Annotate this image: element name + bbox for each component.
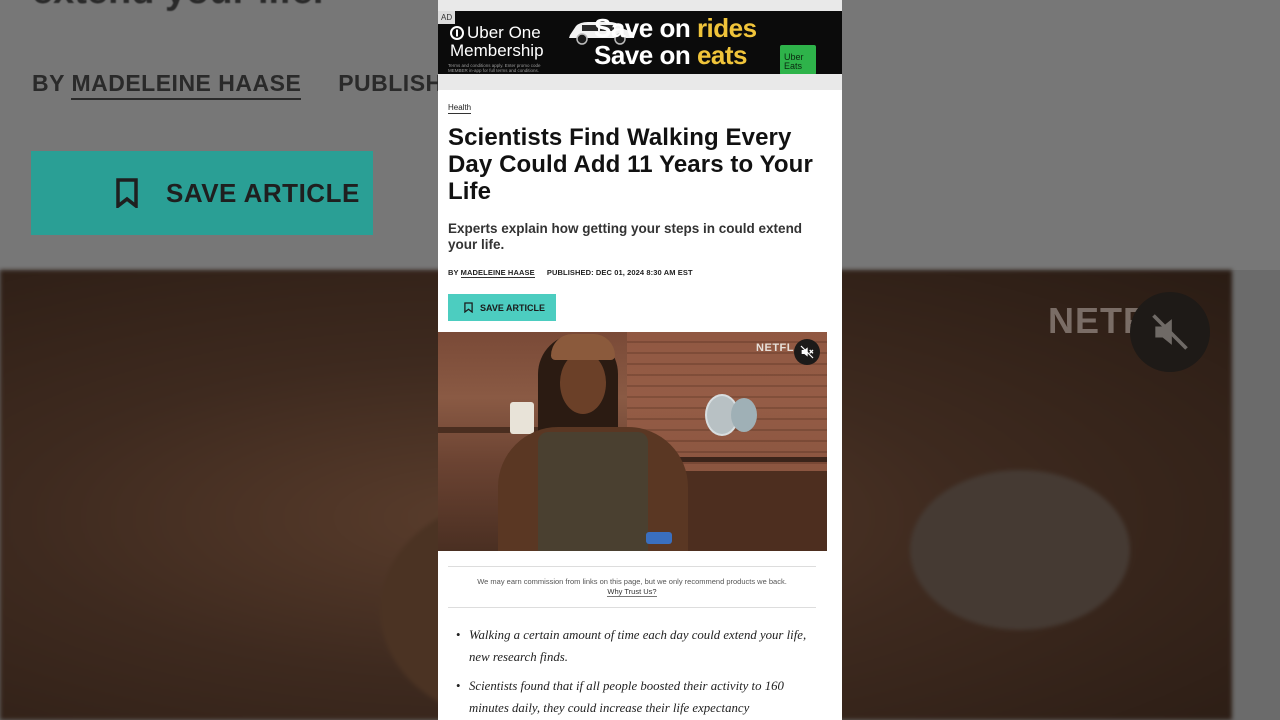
ad-headline-eats: eats — [696, 40, 748, 70]
background-bookmark-icon — [116, 178, 138, 208]
ad-label: AD — [438, 11, 456, 24]
ad-brand-line2: Membership — [450, 41, 544, 60]
article-page: AD Uber One Membership Terms and conditi… — [438, 0, 842, 720]
uber-one-ad-banner[interactable]: AD Uber One Membership Terms and conditi… — [438, 11, 842, 74]
ad-fine-print: Terms and conditions apply. Enter promo … — [448, 63, 541, 73]
netflix-watermark: NETFL — [756, 342, 794, 354]
category-link-health[interactable]: Health — [448, 103, 472, 114]
ad-headline-part1: Save on — [594, 13, 697, 43]
ad-container: AD Uber One Membership Terms and conditi… — [438, 0, 842, 90]
video-player[interactable]: NETFL — [438, 332, 827, 551]
author-link[interactable]: MADELEINE HAASE — [460, 268, 535, 278]
bookmark-icon — [464, 302, 473, 313]
ad-brand: Uber One Membership — [450, 24, 544, 60]
background-save-label: SAVE ARTICLE — [166, 177, 360, 208]
key-points-list: Walking a certain amount of time each da… — [456, 624, 809, 720]
byline-prefix: BY — [448, 268, 459, 277]
background-byline-prefix: BY — [32, 70, 65, 96]
disclosure-text: We may earn commission from links on thi… — [477, 577, 787, 586]
save-article-label: SAVE ARTICLE — [480, 302, 546, 313]
ad-headline-part2: Save on — [594, 40, 697, 70]
background-save-article-button: SAVE ARTICLE — [31, 151, 373, 235]
ad-headline-rides: rides — [696, 13, 757, 43]
ad-headline: Save on rides Save on eats — [594, 15, 757, 69]
byline: BY MADELEINE HAASE PUBLISHED: DEC 01, 20… — [448, 268, 693, 278]
ad-brand-line1: Uber One — [467, 23, 541, 42]
save-article-button[interactable]: SAVE ARTICLE — [448, 294, 556, 321]
mute-toggle-button[interactable] — [794, 339, 820, 365]
background-published-fragment: PUBLISH — [338, 70, 443, 96]
muted-speaker-icon — [800, 345, 814, 359]
why-trust-us-link[interactable]: Why Trust Us? — [607, 587, 657, 597]
published-date: PUBLISHED: DEC 01, 2024 8:30 AM EST — [546, 268, 693, 277]
list-item: Walking a certain amount of time each da… — [456, 624, 809, 668]
uber-one-logo-icon — [450, 26, 464, 40]
background-title-fragment: extend your life. — [32, 0, 323, 13]
affiliate-disclosure: We may earn commission from links on thi… — [448, 566, 816, 608]
background-author: MADELEINE HAASE — [71, 70, 302, 100]
article-headline: Scientists Find Walking Every Day Could … — [448, 124, 813, 205]
background-byline: BY MADELEINE HAASE PUBLISH — [32, 70, 443, 100]
uber-eats-bag: Uber Eats — [780, 45, 816, 74]
background-mute-icon — [1130, 292, 1210, 372]
list-item: Scientists found that if all people boos… — [456, 675, 809, 719]
article-dek: Experts explain how getting your steps i… — [448, 221, 803, 252]
